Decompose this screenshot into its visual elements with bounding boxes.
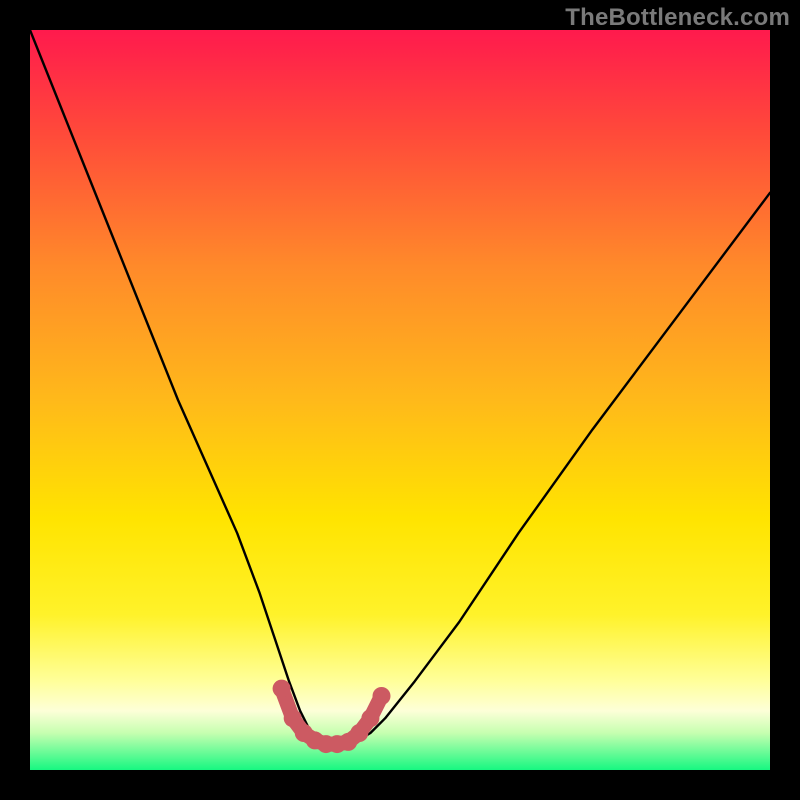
gradient-bg	[30, 30, 770, 770]
valley-dot	[361, 709, 379, 727]
valley-dot	[373, 687, 391, 705]
valley-dot	[350, 724, 368, 742]
valley-dot	[284, 709, 302, 727]
chart-svg	[30, 30, 770, 770]
valley-dot	[273, 680, 291, 698]
plot-area	[30, 30, 770, 770]
watermark-text: TheBottleneck.com	[565, 4, 790, 32]
chart-frame: TheBottleneck.com	[0, 0, 800, 800]
